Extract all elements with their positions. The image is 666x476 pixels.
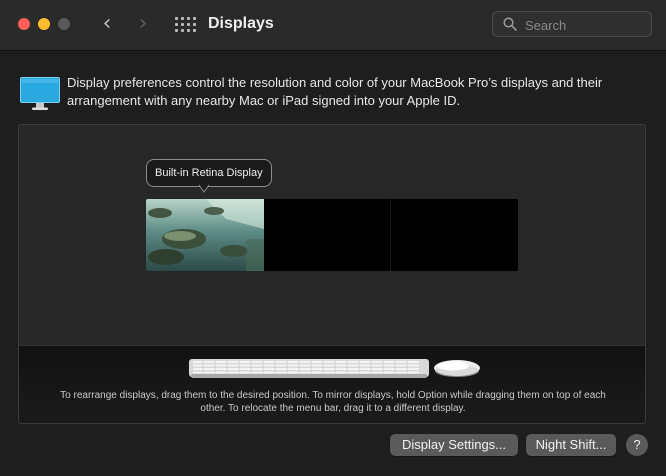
grid-icon[interactable] xyxy=(175,17,196,33)
close-icon[interactable] xyxy=(18,18,30,30)
tooltip-arrow-icon xyxy=(199,185,209,193)
display-divider xyxy=(390,199,391,271)
arrangement-instructions: To rearrange displays, drag them to the … xyxy=(60,390,606,414)
display-icon xyxy=(20,77,60,110)
info-description: Display preferences control the resoluti… xyxy=(67,75,603,108)
minimize-icon[interactable] xyxy=(38,18,50,30)
display-thumbnail[interactable] xyxy=(146,199,518,271)
title-bar: ‹ › Displays xyxy=(0,0,666,51)
wallpaper-image xyxy=(146,199,264,271)
display-arrangement-area[interactable]: Built-in Retina Display To rearrange dis… xyxy=(18,124,646,424)
help-button[interactable]: ? xyxy=(626,434,648,456)
search-icon xyxy=(503,17,517,31)
back-button[interactable]: ‹ xyxy=(96,13,118,35)
forward-button[interactable]: › xyxy=(132,13,154,35)
search-field[interactable] xyxy=(492,11,652,37)
night-shift-button[interactable]: Night Shift... xyxy=(526,434,616,456)
display-tooltip: Built-in Retina Display xyxy=(146,159,272,187)
search-input[interactable] xyxy=(523,15,647,35)
mouse-icon xyxy=(434,360,480,377)
zoom-icon[interactable] xyxy=(58,18,70,30)
window-title: Displays xyxy=(208,15,274,32)
display-settings-button[interactable]: Display Settings... xyxy=(390,434,518,456)
keyboard-icon xyxy=(189,359,429,378)
